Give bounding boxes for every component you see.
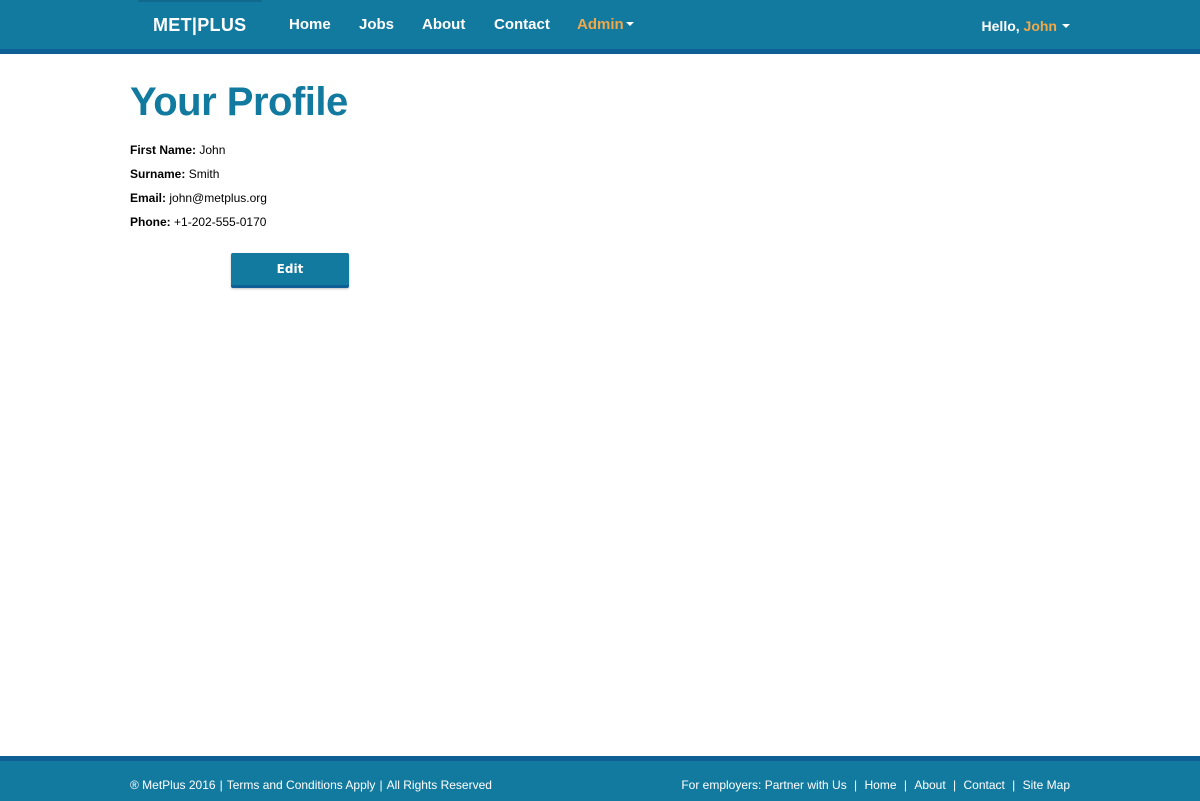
field-value: +1-202-555-0170 [174,215,267,229]
copyright-text: ® MetPlus 2016 [130,778,216,792]
edit-profile-button[interactable]: Edit [231,253,349,288]
chevron-down-icon [1062,23,1070,28]
separator: | [219,778,223,792]
footer-home-link[interactable]: Home [865,778,897,792]
nav-about[interactable]: About [422,16,465,33]
footer-legal: ® MetPlus 2016 | Terms and Conditions Appl… [130,778,492,792]
nav-admin-label: Admin [577,16,624,33]
field-value: Smith [188,167,220,181]
greeting-text: Hello, [981,18,1020,34]
user-name: John [1023,18,1057,34]
separator: | [949,778,960,792]
field-value: John [199,143,226,157]
footer: ® MetPlus 2016 | Terms and Conditions Appl… [0,756,1200,801]
nav-jobs[interactable]: Jobs [359,16,394,33]
chevron-down-icon [625,21,634,26]
field-label: Phone: [130,215,171,229]
brand-logo[interactable]: MET|PLUS [153,15,246,36]
separator: | [379,778,383,792]
field-label: Email: [130,191,167,205]
brand-container: MET|PLUS [138,0,262,48]
field-label: Surname: [130,167,186,181]
profile-field-surname: Surname: Smith [130,167,219,181]
nav-admin-dropdown[interactable]: Admin [577,16,634,33]
sitemap-link[interactable]: Site Map [1023,778,1070,792]
field-value: john@metplus.org [169,191,267,205]
separator: | [1008,778,1019,792]
profile-field-first-name: First Name: John [130,143,225,157]
separator: | [900,778,911,792]
user-menu[interactable]: Hello, John [982,18,1070,34]
separator: | [850,778,861,792]
profile-field-email: Email: john@metplus.org [130,191,267,205]
terms-link[interactable]: Terms and Conditions Apply [227,778,376,792]
nav-home[interactable]: Home [289,16,331,33]
page-title: Your Profile [130,80,348,124]
field-label: First Name: [130,143,197,157]
footer-about-link[interactable]: About [914,778,945,792]
employers-prefix: For employers: [681,778,762,792]
partner-link[interactable]: Partner with Us [765,778,847,792]
profile-field-phone: Phone: +1-202-555-0170 [130,215,266,229]
footer-contact-link[interactable]: Contact [963,778,1004,792]
rights-text: All Rights Reserved [386,778,492,792]
nav-contact[interactable]: Contact [494,16,550,33]
footer-links: For employers: Partner with Us | Home | … [681,778,1070,792]
top-navbar: MET|PLUS Home Jobs About Contact Admin H… [0,0,1200,54]
